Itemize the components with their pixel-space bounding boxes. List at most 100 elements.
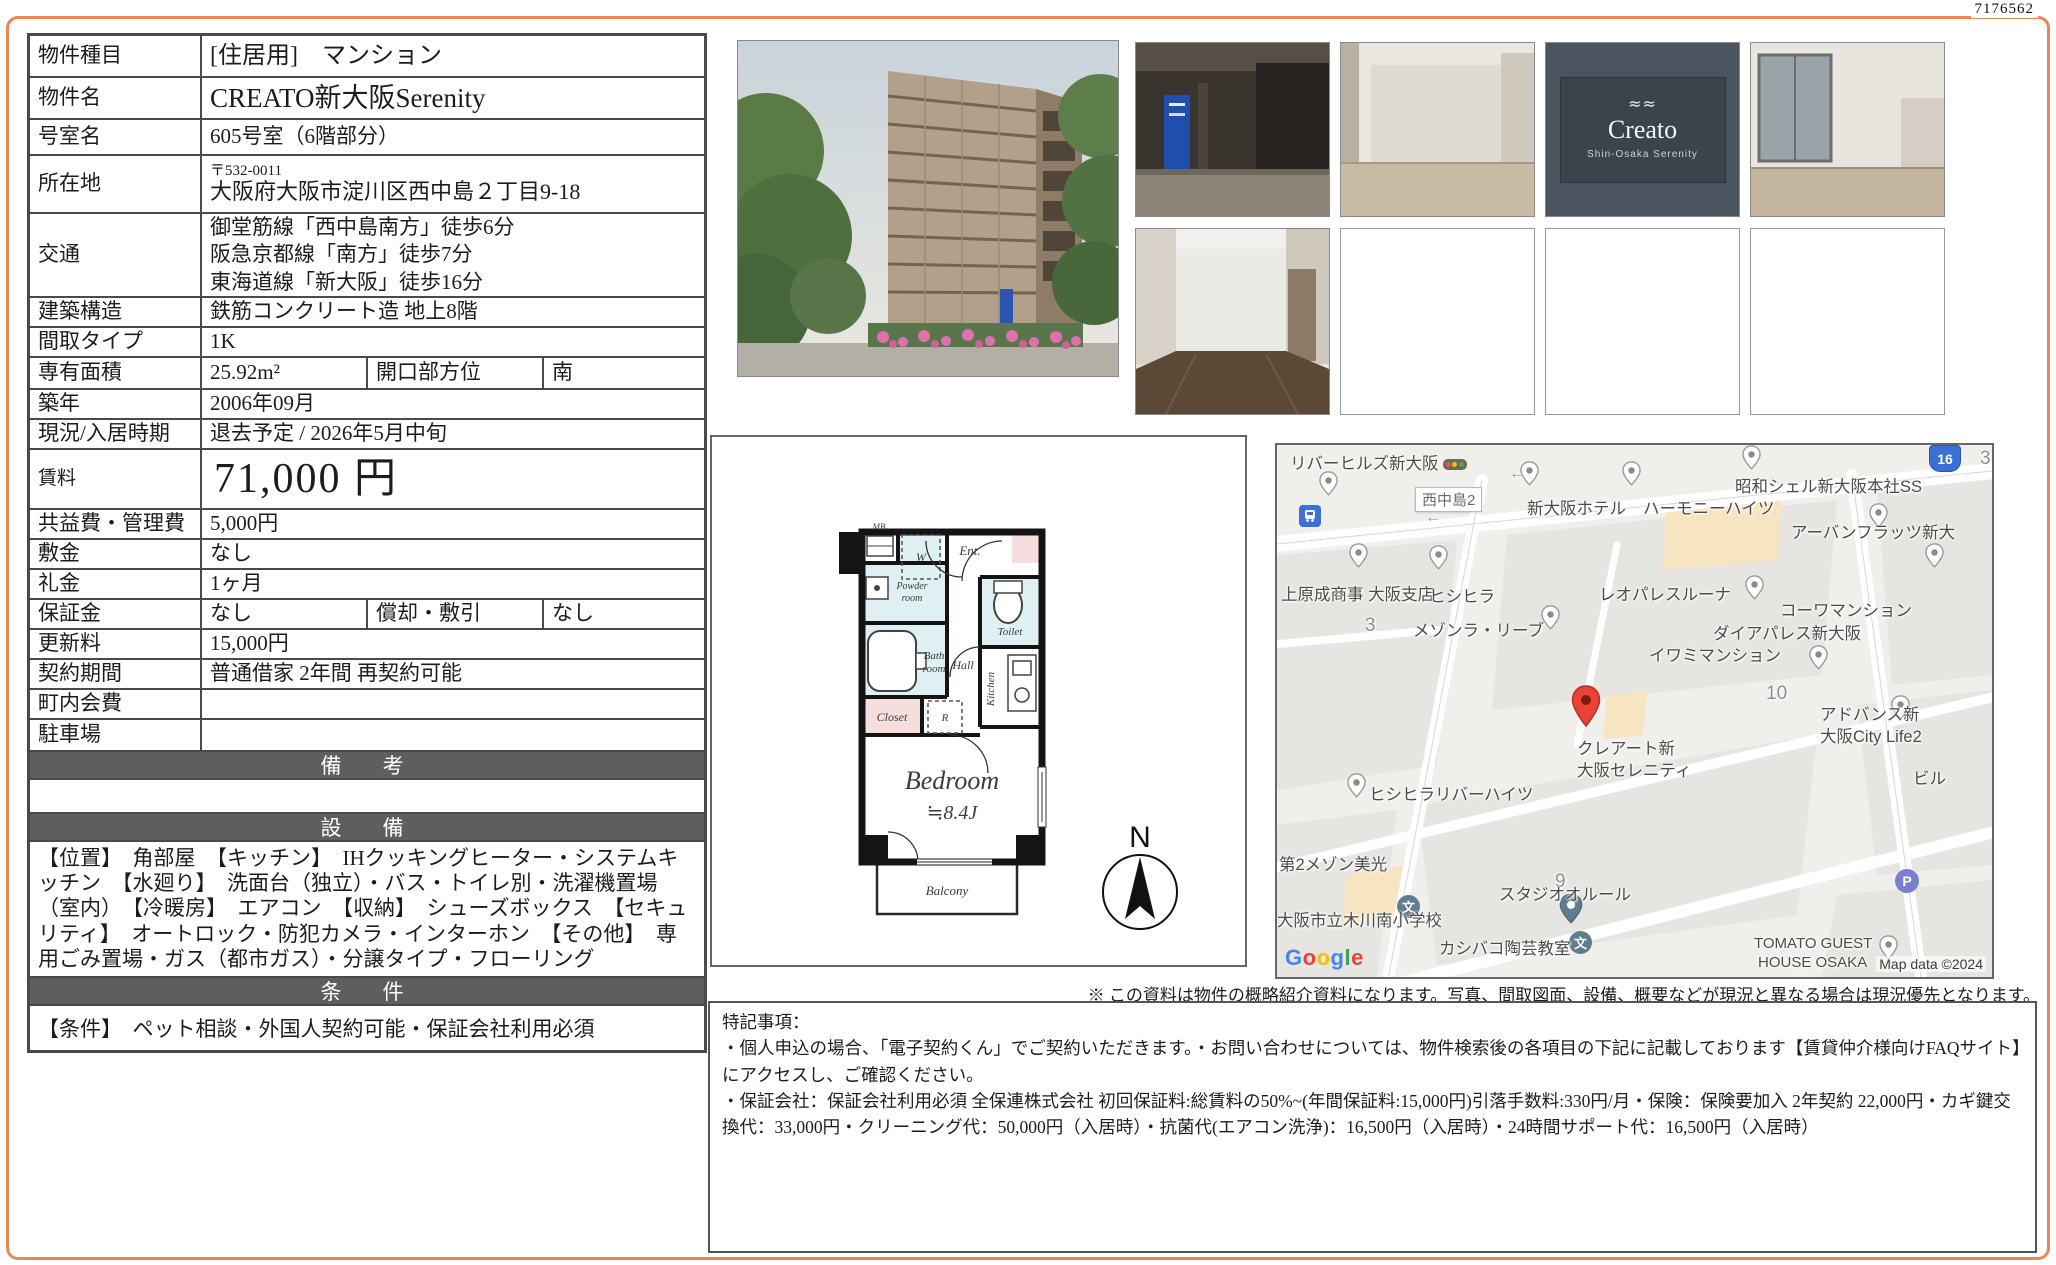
plan-label-powder-1: Powder [895, 581, 927, 592]
row-label: 間取タイプ [30, 328, 202, 356]
map-overlay: リバーヒルズ新大阪 西中島2 新大阪ホテル ハーモニーハイツ 昭和シェル新大阪本社SS 3… [1277, 445, 1992, 977]
row-label: 駐車場 [30, 720, 202, 750]
special-notes-title: 特記事項： [722, 1012, 810, 1032]
row-built-year: 築年 2006年09月 [30, 390, 704, 420]
floor-plan-drawing: MB W Ent. Powder room Bath room Toilet H… [712, 437, 1241, 961]
row-label: 更新料 [30, 630, 202, 658]
map-label: ← [1425, 509, 1441, 526]
map-label: 大阪市立木川南小学校 [1277, 912, 1442, 930]
row-label: 所在地 [30, 156, 202, 212]
plan-label-closet: Closet [877, 710, 908, 724]
row-value: 5,000円 [210, 511, 279, 536]
row-label: 町内会費 [30, 690, 202, 718]
row-value: 普通借家 2年間 再契約可能 [210, 661, 462, 686]
map-pin-icon [1429, 545, 1448, 570]
remarks-header-bar: 備 考 [30, 752, 704, 780]
access-line: 阪急京都線「南方」徒歩7分 [210, 242, 473, 267]
plan-label-bath-2: room [923, 663, 946, 675]
street-address: 大阪府大阪市淀川区西中島２丁目9-18 [210, 179, 581, 205]
row-label: 礼金 [30, 570, 202, 598]
map-label: 新大阪ホテル [1527, 500, 1626, 518]
row-label: 建築構造 [30, 298, 202, 326]
plan-label-toilet: Toilet [998, 626, 1024, 638]
access-line: 御堂筋線「西中島南方」徒歩6分 [210, 215, 515, 240]
row-layout: 間取タイプ 1K [30, 328, 704, 358]
rent-amount: 71,000 円 [214, 455, 399, 502]
row-value [202, 690, 704, 718]
thumb-hallway-photo [1135, 228, 1330, 415]
row-deposit: 敷金 なし [30, 540, 704, 570]
special-notes-box: 特記事項： ・個人申込の場合、「電子契約くん」でご契約いただきます。・お問い合わ… [708, 1001, 2037, 1253]
map-pin-icon [1742, 445, 1761, 470]
row-label: 敷金 [30, 540, 202, 568]
interior-illustration-1 [1341, 43, 1534, 216]
conditions-content: 【条件】 ペット相談・外国人契約可能・保証会社利用必須 [38, 1016, 595, 1041]
parking-icon: P [1895, 869, 1919, 893]
row-label-2: 開口部方位 [366, 358, 544, 388]
row-label: 保証金 [30, 600, 202, 628]
hallway-illustration [1136, 229, 1329, 414]
remarks-content [30, 780, 704, 814]
conditions-header-bar: 条 件 [30, 977, 704, 1006]
row-room-number: 号室名 605号室（6階部分） [30, 120, 704, 156]
map-label: ハーモニーハイツ [1643, 500, 1775, 518]
map-label: ダイアパレス新大阪 [1713, 625, 1862, 643]
row-guarantee: 保証金 なし 償却・敷引 なし [30, 600, 704, 630]
map-pin-icon [1745, 575, 1764, 600]
map-pin-icon [1925, 543, 1944, 568]
row-management-fee: 共益費・管理費 5,000円 [30, 510, 704, 540]
map-pin-icon [1319, 471, 1338, 496]
row-value: 605号室（6階部分） [210, 124, 399, 149]
entrance-illustration [1136, 43, 1329, 216]
plan-label-hall: Hall [951, 658, 974, 672]
map-label: レオパレスルーナ [1599, 586, 1731, 604]
row-value: 1ヶ月 [210, 571, 263, 596]
sign-board: ≈≈ Creato Shin-Osaka Serenity [1559, 76, 1726, 183]
map-label: ヒシヒラ [1429, 588, 1495, 606]
google-logo-letter: g [1330, 945, 1345, 970]
map-label: ビル [1913, 770, 1946, 788]
map-label: コーワマンション [1780, 602, 1912, 620]
special-notes-line-2: ・保証会社：保証会社利用必須 全保連株式会社 初回保証料:総賃料の50%~(年間… [722, 1090, 2011, 1137]
row-value [202, 720, 704, 750]
row-value: 2006年09月 [210, 391, 315, 416]
row-area: 専有面積 25.92m² 開口部方位 南 [30, 358, 704, 390]
map-pin-icon [1349, 543, 1368, 568]
creato-sign: ≈≈ Creato Shin-Osaka Serenity [1546, 43, 1739, 216]
property-listing-sheet: 7176562 物件種目 [住居用] マンション 物件名 CREATO新大阪Se… [0, 0, 2056, 1265]
neighborhood-map: リバーヒルズ新大阪 西中島2 新大阪ホテル ハーモニーハイツ 昭和シェル新大阪本社SS 3… [1275, 443, 1994, 979]
compass-n-label: N [1129, 821, 1151, 854]
row-value: [住居用] マンション [210, 42, 442, 69]
google-logo-letter: o [1302, 945, 1317, 970]
map-label: 第2メゾン美光 [1279, 856, 1388, 874]
map-label: 大阪City Life2 [1820, 728, 1922, 746]
google-logo: Google [1285, 945, 1364, 971]
map-pin-icon [1809, 645, 1828, 670]
row-value: 〒532-0011 大阪府大阪市淀川区西中島２丁目9-18 [202, 156, 704, 212]
building-exterior-illustration [738, 41, 1118, 376]
empty-photo-slot-1 [1340, 228, 1535, 415]
row-label: 号室名 [30, 120, 202, 154]
row-access: 交通 御堂筋線「西中島南方」徒歩6分 阪急京都線「南方」徒歩7分 東海道線「新大… [30, 214, 704, 298]
plan-label-refrigerator: R [941, 712, 949, 724]
row-renewal-fee: 更新料 15,000円 [30, 630, 704, 660]
row-value: なし [210, 541, 252, 566]
row-rent: 賃料 71,000 円 [30, 450, 704, 510]
row-label: 契約期間 [30, 660, 202, 688]
row-value: CREATO新大阪Serenity [210, 82, 486, 113]
row-key-money: 礼金 1ヶ月 [30, 570, 704, 600]
map-label: イワミマンション [1649, 647, 1781, 665]
main-building-photo [737, 40, 1119, 377]
map-label: TOMATO GUEST [1754, 935, 1873, 952]
plan-label-kitchen: Kitchen [985, 671, 997, 707]
row-label: 交通 [30, 214, 202, 296]
row-property-name: 物件名 CREATO新大阪Serenity [30, 78, 704, 120]
map-label: 3 [1980, 448, 1991, 469]
row-label: 賃料 [30, 450, 202, 508]
thumb-interior-photo-1 [1340, 42, 1535, 217]
map-pin-icon [1622, 461, 1641, 486]
map-label: スタジオオルール [1499, 886, 1631, 904]
property-spec-table: 物件種目 [住居用] マンション 物件名 CREATO新大阪Serenity 号… [27, 33, 707, 1053]
document-number: 7176562 [1970, 1, 2038, 18]
map-label: ヒシヒラリバーハイツ [1369, 786, 1534, 804]
